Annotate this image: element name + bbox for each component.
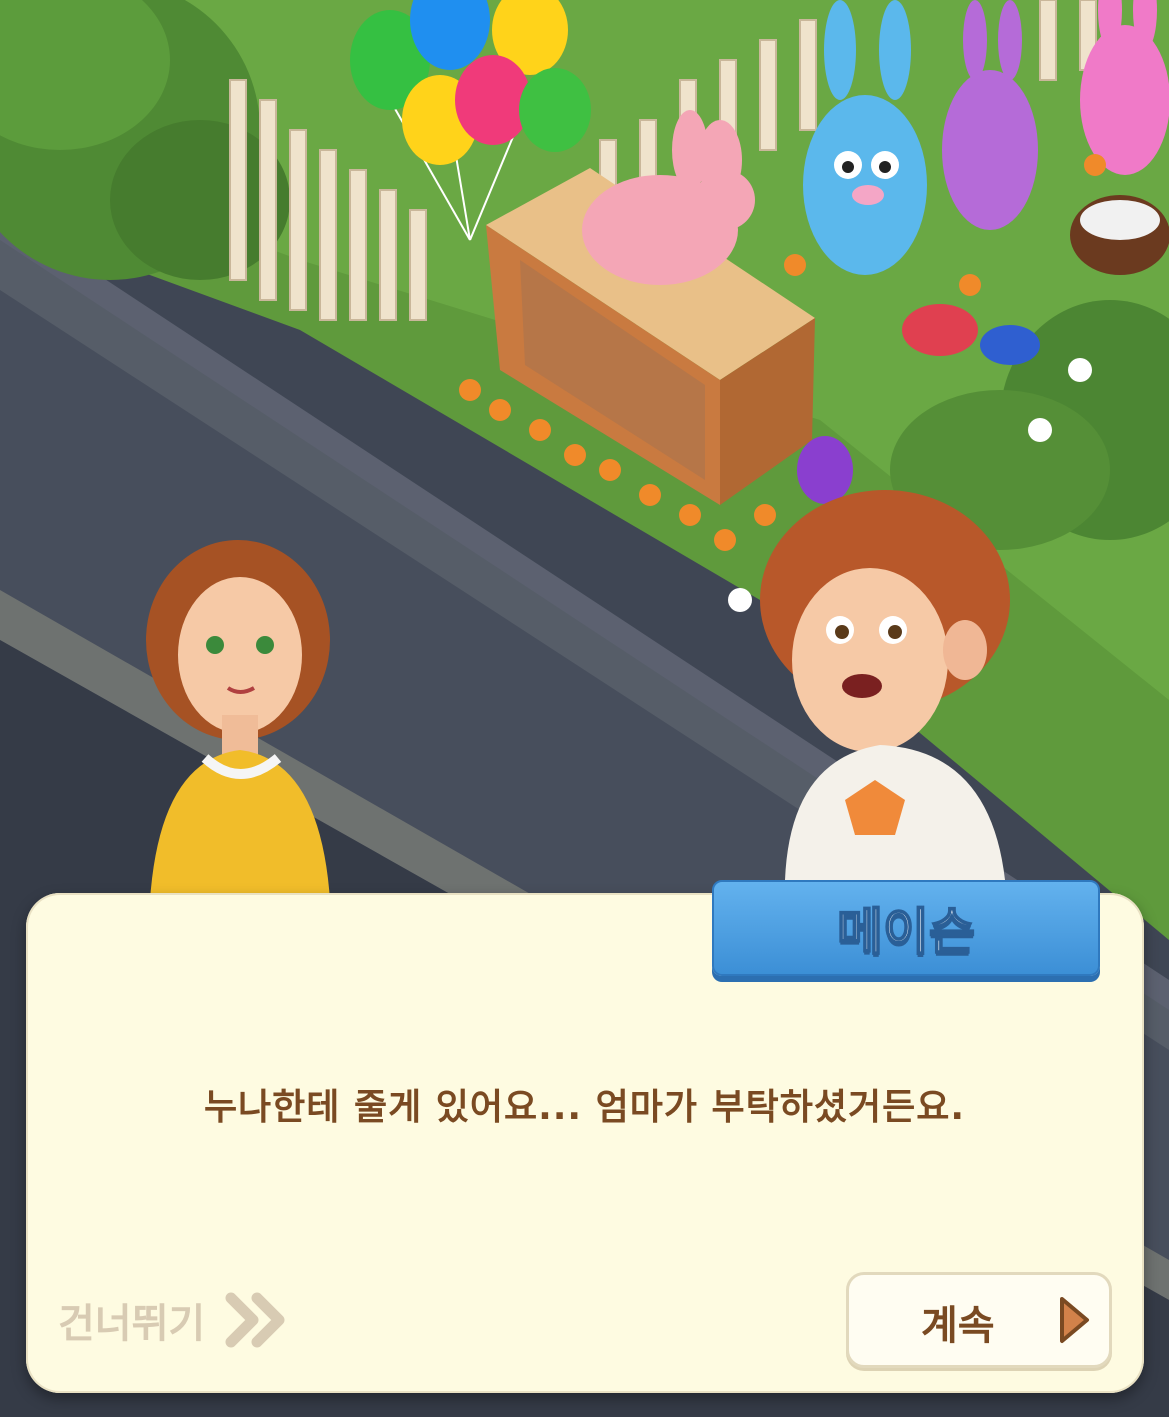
- play-triangle-icon: [1060, 1297, 1089, 1343]
- skip-button[interactable]: 건너뛰기: [58, 1290, 287, 1350]
- speaker-name: 메이슨: [836, 902, 976, 962]
- dialog-text: 누나한테 줄게 있어요... 엄마가 부탁하셨거든요.: [203, 1087, 966, 1128]
- skip-label: 건너뛰기: [58, 1301, 206, 1347]
- speaker-name-tag: 메이슨: [712, 880, 1100, 976]
- continue-button[interactable]: 계속: [846, 1272, 1112, 1368]
- continue-label: 계속: [921, 1303, 995, 1349]
- double-chevron-right-icon: [225, 1292, 285, 1348]
